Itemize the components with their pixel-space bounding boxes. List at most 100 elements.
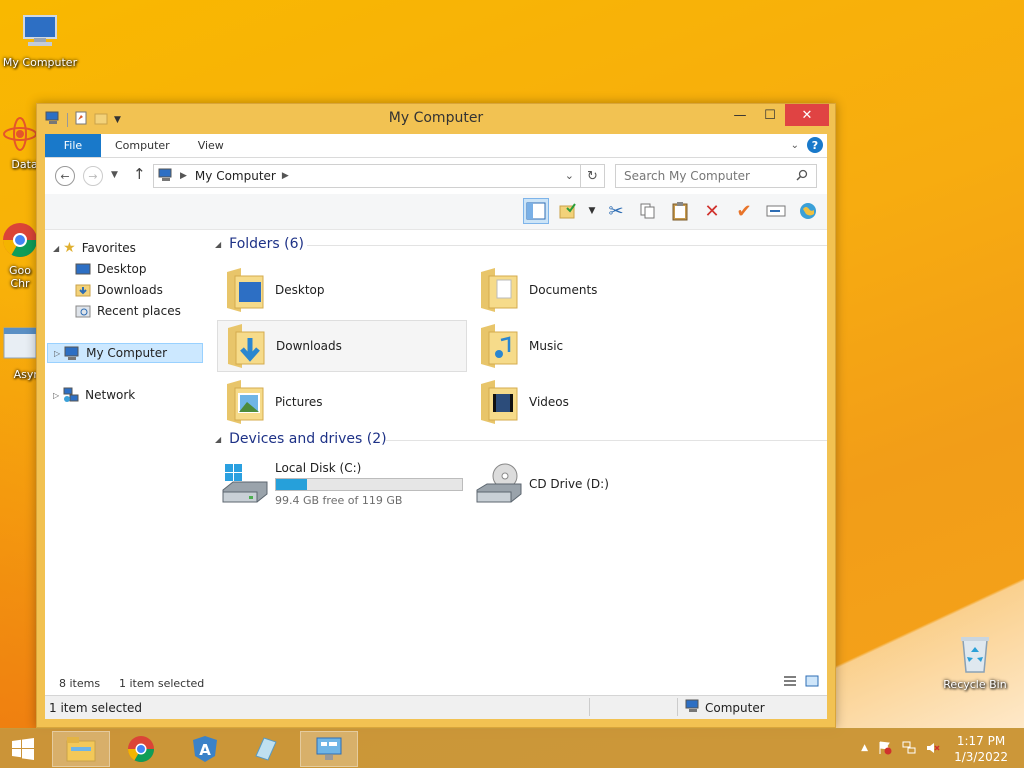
folder-pictures[interactable]: Pictures [217, 376, 467, 428]
desktop-icon-label: Goo Chr [9, 264, 31, 290]
folder-music[interactable]: Music [471, 320, 721, 372]
nav-item-label: Recent places [97, 304, 181, 318]
system-tray: ▲ [861, 741, 940, 758]
drive-c[interactable]: Local Disk (C:) 99.4 GB free of 119 GB [217, 454, 467, 514]
expand-ribbon-icon[interactable]: ⌄ [791, 140, 799, 151]
taskbar-remote-app[interactable] [300, 731, 358, 767]
paste-icon[interactable] [667, 198, 693, 224]
title-bar[interactable]: ▼ My Computer — ☐ ✕ [37, 104, 835, 134]
computer-icon [685, 699, 701, 716]
delete-icon[interactable]: ✕ [699, 198, 725, 224]
computer-icon [18, 10, 62, 54]
arrow-right-icon: → [88, 169, 98, 183]
navigation-bar: ← → ▼ ↑ ▶ My Computer ▶ ⌄ ↻ Search My Co… [45, 158, 827, 194]
downloads-folder-icon [222, 322, 270, 370]
desktop-icon-my-computer[interactable]: My Computer [0, 10, 80, 69]
svg-text:A: A [199, 741, 211, 759]
folders-group-header[interactable]: ◢ Folders (6) [215, 236, 304, 252]
nav-item-desktop[interactable]: Desktop [75, 259, 147, 279]
start-button[interactable] [0, 731, 46, 767]
back-button[interactable]: ← [55, 166, 75, 186]
computer-icon [64, 345, 80, 361]
group-title-text: Folders (6) [229, 236, 304, 252]
navigation-pane: ◢ ★ Favorites Desktop Downloads Recent p… [45, 230, 215, 671]
group-title-text: Devices and drives (2) [229, 431, 387, 447]
expand-arrow-icon[interactable]: ▷ [53, 391, 59, 400]
clock-time: 1:17 PM [956, 734, 1006, 748]
taskbar-clock[interactable]: 1:17 PM 1/3/2022 [954, 733, 1008, 765]
nav-item-recent-places[interactable]: Recent places [75, 301, 181, 321]
taskbar-angular[interactable]: A [176, 731, 234, 767]
tab-computer[interactable]: Computer [101, 134, 184, 157]
tab-file[interactable]: File [45, 134, 101, 157]
divider [307, 245, 827, 246]
chrome-icon [127, 736, 155, 763]
search-icon[interactable] [796, 169, 808, 184]
desktop-icon-recycle-bin[interactable]: Recycle Bin [935, 632, 1015, 691]
documents-folder-icon [475, 266, 523, 314]
maximize-button[interactable]: ☐ [755, 104, 785, 126]
help-icon[interactable]: ? [807, 137, 823, 153]
folder-desktop[interactable]: Desktop [217, 264, 467, 316]
checkmark-icon[interactable]: ✔ [731, 198, 757, 224]
address-dropdown-icon[interactable]: ⌄ [565, 169, 574, 182]
nav-item-label: Favorites [81, 241, 136, 255]
drive-d[interactable]: CD Drive (D:) [471, 454, 721, 514]
window-title: My Computer [388, 110, 484, 126]
folder-label: Pictures [275, 395, 323, 409]
tab-view[interactable]: View [184, 134, 238, 157]
nav-item-my-computer[interactable]: ▷ My Computer [47, 343, 203, 363]
globe-icon[interactable] [795, 198, 821, 224]
preview-pane-icon[interactable] [523, 198, 549, 224]
show-hidden-icons-icon[interactable]: ▲ [861, 743, 868, 758]
search-input[interactable]: Search My Computer [615, 164, 817, 188]
folder-options-icon[interactable] [555, 198, 581, 224]
collapse-arrow-icon: ◢ [215, 434, 222, 444]
folder-videos[interactable]: Videos [471, 376, 721, 428]
explorer-window: ▼ My Computer — ☐ ✕ File Computer View ⌄… [36, 103, 836, 728]
search-placeholder: Search My Computer [624, 169, 750, 183]
remote-desktop-icon [316, 737, 342, 760]
nav-item-downloads[interactable]: Downloads [75, 280, 163, 300]
recycle-bin-icon [953, 632, 997, 676]
recent-locations-icon[interactable]: ▼ [111, 170, 118, 180]
action-center-flag-icon[interactable] [878, 741, 892, 758]
music-folder-icon [475, 322, 523, 370]
folder-documents[interactable]: Documents [471, 264, 721, 316]
nav-item-favorites[interactable]: ◢ ★ Favorites [53, 238, 136, 258]
details-view-icon[interactable] [783, 675, 797, 690]
toolbar-icons: ▼ ✂ ✕ ✔ [523, 198, 821, 224]
drive-usage-fill [276, 479, 307, 490]
taskbar-chrome[interactable] [112, 731, 170, 767]
folder-options-dropdown-icon[interactable]: ▼ [587, 198, 597, 224]
collapse-arrow-icon[interactable]: ◢ [53, 244, 59, 253]
expand-arrow-icon[interactable]: ▷ [54, 349, 60, 358]
minimize-button[interactable]: — [725, 104, 755, 126]
up-button[interactable]: ↑ [133, 165, 146, 183]
large-icons-view-icon[interactable] [805, 675, 819, 690]
folder-downloads[interactable]: Downloads [217, 320, 467, 372]
close-button[interactable]: ✕ [785, 104, 829, 126]
taskbar-app[interactable] [236, 731, 294, 767]
nav-item-network[interactable]: ▷ Network [53, 385, 135, 405]
network-tray-icon[interactable] [902, 741, 916, 758]
rename-icon[interactable] [763, 198, 789, 224]
forward-button[interactable]: → [83, 166, 103, 186]
folder-label: Desktop [275, 283, 325, 297]
folder-label: Videos [529, 395, 569, 409]
volume-muted-icon[interactable] [926, 741, 940, 758]
devices-group-header[interactable]: ◢ Devices and drives (2) [215, 431, 387, 447]
address-bar[interactable]: ▶ My Computer ▶ ⌄ ↻ [153, 164, 605, 188]
taskbar-file-explorer[interactable] [52, 731, 110, 767]
cut-icon[interactable]: ✂ [603, 198, 629, 224]
pictures-folder-icon [221, 378, 269, 426]
computer-icon [158, 168, 174, 185]
chevron-right-icon[interactable]: ▶ [180, 171, 187, 181]
star-icon: ★ [63, 240, 76, 256]
drive-label: Local Disk (C:) [275, 461, 362, 475]
desktop-folder-icon [221, 266, 269, 314]
chevron-right-icon[interactable]: ▶ [282, 171, 289, 181]
selected-count: 1 item selected [119, 677, 205, 690]
refresh-icon[interactable]: ↻ [580, 165, 604, 187]
copy-icon[interactable] [635, 198, 661, 224]
